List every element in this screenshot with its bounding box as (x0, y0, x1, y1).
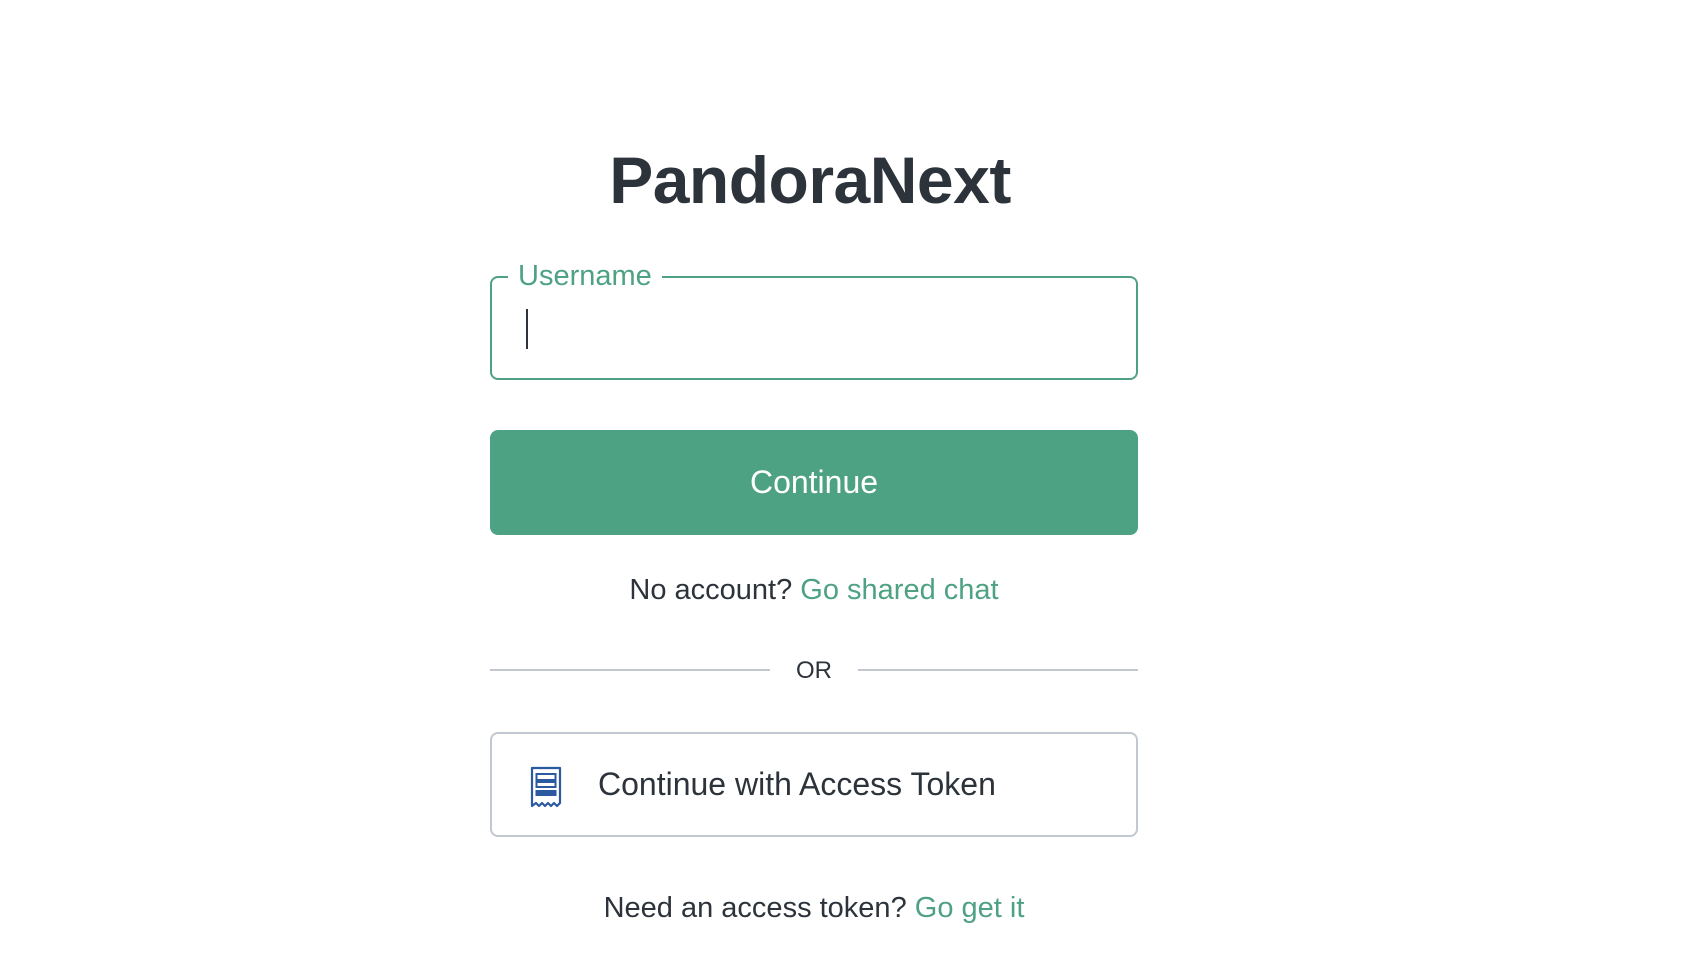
continue-button[interactable]: Continue (490, 430, 1138, 535)
access-token-button-label: Continue with Access Token (598, 766, 996, 802)
access-token-button[interactable]: Continue with Access Token (490, 732, 1138, 837)
divider-line-right (858, 669, 1138, 671)
go-shared-chat-link[interactable]: Go shared chat (800, 574, 998, 606)
go-get-it-link[interactable]: Go get it (915, 892, 1025, 924)
username-input[interactable] (492, 278, 1136, 378)
need-token-text: Need an access token? (603, 892, 907, 924)
need-token-line: Need an access token? Go get it (490, 889, 1138, 927)
text-caret (526, 309, 528, 349)
or-divider: OR (490, 655, 1138, 687)
login-page: PandoraNext Username Continue No account… (0, 0, 1700, 960)
receipt-icon (530, 766, 562, 808)
page-title: PandoraNext (609, 143, 1011, 217)
divider-text: OR (796, 657, 832, 684)
no-account-text: No account? (629, 574, 793, 606)
username-field[interactable]: Username (490, 259, 1138, 380)
no-account-line: No account? Go shared chat (490, 571, 1138, 609)
